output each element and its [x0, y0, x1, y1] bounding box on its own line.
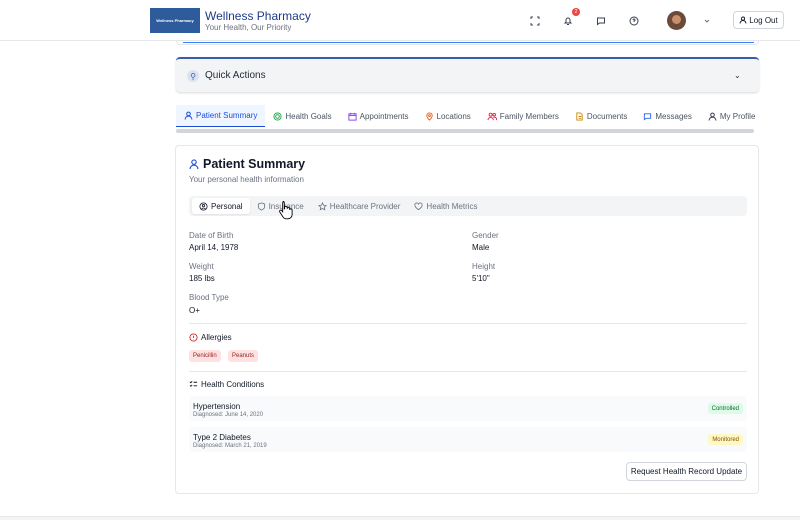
tab-label: Health Goals	[285, 111, 332, 121]
tab-patient-summary[interactable]: Patient Summary	[176, 105, 266, 127]
chevron-down-icon[interactable]: ⌄	[734, 71, 741, 80]
avatar[interactable]	[667, 11, 686, 30]
condition-row: Type 2 Diabetes Diagnosed: March 21, 201…	[189, 427, 747, 452]
user-icon	[184, 111, 193, 120]
gender-value: Male	[472, 243, 490, 252]
tab-documents[interactable]: Documents	[567, 105, 635, 127]
message-icon	[644, 112, 652, 121]
divider	[189, 371, 747, 372]
weight-value: 185 lbs	[189, 274, 215, 283]
user-icon	[189, 159, 199, 170]
subtab-healthcare-provider[interactable]: Healthcare Provider	[311, 198, 408, 214]
document-icon	[576, 111, 583, 121]
logout-button[interactable]: Log Out	[733, 11, 784, 29]
dob-value: April 14, 1978	[189, 243, 239, 252]
gender-label: Gender	[472, 231, 499, 240]
blood-type-value: O+	[189, 306, 200, 315]
tab-messages[interactable]: Messages	[635, 105, 699, 127]
app-header: Wellness Pharmacy Wellness Pharmacy Your…	[0, 0, 800, 41]
chevron-down-icon[interactable]	[700, 14, 714, 28]
status-badge: Controlled	[707, 403, 743, 414]
height-label: Height	[472, 262, 496, 271]
user-icon	[739, 16, 747, 24]
status-badge: Monitored	[708, 434, 743, 445]
hand-cursor-icon	[279, 201, 293, 220]
brand-title: Wellness Pharmacy	[205, 9, 311, 23]
map-pin-icon	[425, 112, 433, 121]
help-icon[interactable]	[627, 14, 641, 28]
section-title: Patient Summary	[203, 157, 306, 171]
tabs-scrollbar[interactable]	[176, 129, 754, 133]
tab-label: Family Members	[499, 111, 559, 121]
link-icon: ⚲	[187, 70, 199, 82]
users-icon	[487, 112, 497, 120]
condition-date: Diagnosed: March 21, 2019	[193, 443, 267, 449]
tab-family-members[interactable]: Family Members	[479, 105, 567, 127]
target-icon	[273, 111, 282, 121]
subtab-label: Health Metrics	[426, 201, 478, 211]
condition-date: Diagnosed: June 14, 2020	[193, 412, 264, 418]
divider	[189, 323, 747, 324]
condition-name: Type 2 Diabetes	[193, 433, 251, 442]
quick-actions-title: Quick Actions	[205, 70, 266, 81]
user-circle-icon	[199, 201, 208, 211]
list-check-icon	[189, 381, 198, 387]
allergy-chip: Peanuts	[228, 350, 259, 362]
blood-type-label: Blood Type	[189, 293, 229, 302]
calendar-icon	[348, 112, 357, 121]
conditions-heading: Health Conditions	[189, 380, 264, 389]
subtab-label: Personal	[211, 201, 243, 211]
tab-label: Patient Summary	[196, 111, 258, 120]
tab-label: Messages	[655, 111, 692, 121]
height-value: 5'10"	[472, 274, 490, 283]
notification-badge: 2	[572, 8, 580, 16]
subtab-health-metrics[interactable]: Health Metrics	[407, 198, 484, 214]
tab-my-profile[interactable]: My Profile	[700, 105, 764, 127]
request-update-button[interactable]: Request Health Record Update	[626, 462, 747, 481]
subtab-personal[interactable]: Personal	[192, 198, 250, 214]
tab-label: Locations	[436, 111, 471, 121]
star-icon	[317, 201, 327, 211]
tab-label: Documents	[586, 111, 628, 121]
allergies-title: Allergies	[201, 333, 232, 342]
dob-label: Date of Birth	[189, 231, 234, 240]
allergies-heading: Allergies	[189, 333, 232, 342]
shield-icon	[257, 201, 265, 211]
summary-subtabs: Personal Insurance Healthcare Provider H…	[189, 196, 747, 216]
tab-appointments[interactable]: Appointments	[340, 105, 417, 127]
brand-subtitle: Your Health, Our Priority	[205, 23, 292, 32]
heart-icon	[414, 202, 423, 210]
tab-locations[interactable]: Locations	[417, 105, 479, 127]
patient-summary-card: Patient Summary Your personal health inf…	[175, 145, 759, 494]
tab-label: My Profile	[719, 111, 756, 121]
condition-row: Hypertension Diagnosed: June 14, 2020 Co…	[189, 396, 747, 421]
quick-actions-panel[interactable]: ⚲ Quick Actions ⌄	[176, 57, 759, 92]
fullscreen-icon[interactable]	[528, 14, 542, 28]
condition-name: Hypertension	[193, 402, 241, 411]
weight-label: Weight	[189, 262, 214, 271]
user-icon	[708, 112, 717, 121]
logout-label: Log Out	[749, 15, 778, 25]
allergy-chip: Penicillin	[189, 350, 221, 362]
pharmacy-logo[interactable]: Wellness Pharmacy	[150, 8, 200, 33]
page-footer-edge	[0, 516, 800, 520]
section-subtitle: Your personal health information	[189, 175, 304, 184]
tab-label: Appointments	[359, 111, 409, 121]
collapsed-panel-edge	[176, 41, 759, 45]
tab-health-goals[interactable]: Health Goals	[265, 105, 339, 127]
conditions-title: Health Conditions	[201, 380, 265, 389]
main-tabs: Patient Summary Health Goals Appointment…	[176, 105, 759, 127]
message-icon[interactable]	[594, 14, 608, 28]
subtab-label: Healthcare Provider	[329, 201, 401, 211]
alert-circle-icon	[189, 333, 198, 342]
bell-icon[interactable]	[561, 14, 575, 28]
